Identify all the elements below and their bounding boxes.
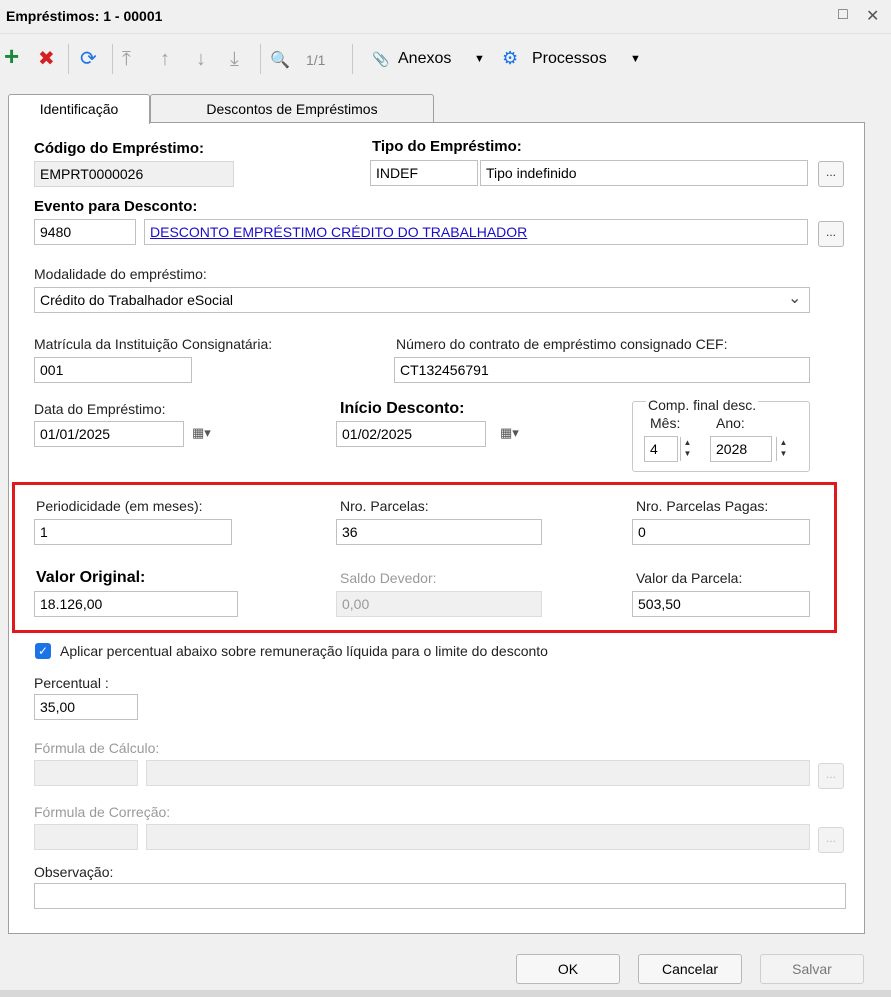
contract-number-field[interactable]: CT132456791 — [394, 357, 810, 383]
correction-formula-code-field — [34, 824, 138, 850]
final-competence-label: Comp. final desc. — [646, 397, 759, 413]
paperclip-icon[interactable]: 📎 — [372, 51, 389, 68]
installments-label: Nro. Parcelas: — [340, 498, 429, 514]
modality-select[interactable]: Crédito do Trabalhador eSocial — [34, 287, 810, 313]
year-field[interactable]: 2028 — [710, 436, 772, 462]
original-value-field[interactable]: 18.126,00 — [34, 591, 238, 617]
month-field[interactable]: 4 — [644, 436, 678, 462]
contract-number-label: Número do contrato de empréstimo consign… — [396, 336, 728, 352]
loan-code-label: Código do Empréstimo: — [34, 140, 204, 157]
loan-type-lookup-button[interactable]: ... — [818, 161, 844, 187]
toolbar-separator — [352, 44, 353, 74]
loan-code-field[interactable]: EMPRT0000026 — [34, 161, 234, 187]
window-title: Empréstimos: 1 - 00001 — [6, 8, 163, 24]
correction-formula-lookup-button: ... — [818, 827, 844, 853]
loan-type-description-field[interactable]: Tipo indefinido — [480, 160, 808, 186]
next-record-icon[interactable]: ↓ — [196, 48, 206, 70]
delete-icon[interactable]: ✖ — [38, 48, 55, 70]
title-bar: Empréstimos: 1 - 00001 □ ✕ — [0, 0, 891, 34]
installment-value-label: Valor da Parcela: — [636, 570, 743, 586]
calc-formula-label: Fórmula de Cálculo: — [34, 740, 160, 756]
refresh-icon[interactable]: ⟳ — [80, 48, 97, 70]
processes-menu[interactable]: Processos — [532, 50, 607, 68]
year-label: Ano: — [716, 415, 745, 431]
installments-paid-field[interactable]: 0 — [632, 519, 810, 545]
observation-field[interactable] — [34, 883, 846, 909]
loan-type-label: Tipo do Empréstimo: — [372, 138, 522, 155]
calc-formula-code-field — [34, 760, 138, 786]
observation-label: Observação: — [34, 864, 114, 880]
ok-button[interactable]: OK — [516, 954, 620, 984]
last-record-icon[interactable]: ⤓ — [230, 48, 239, 70]
spin-down-icon[interactable]: ▼ — [681, 448, 694, 459]
balance-label: Saldo Devedor: — [340, 570, 437, 586]
correction-formula-description-field — [146, 824, 810, 850]
status-strip — [0, 990, 891, 997]
apply-percentage-checkbox[interactable]: ✓ — [35, 643, 51, 659]
chevron-down-icon[interactable]: ⌄ — [788, 288, 801, 308]
spin-down-icon[interactable]: ▼ — [777, 448, 790, 459]
toolbar-separator — [68, 44, 69, 74]
tab-descontos[interactable]: Descontos de Empréstimos — [150, 94, 434, 122]
installment-value-field[interactable]: 503,50 — [632, 591, 810, 617]
tab-identificacao[interactable]: Identificação — [8, 94, 150, 124]
discount-start-field[interactable]: 01/02/2025 — [336, 421, 486, 447]
gear-icon[interactable]: ⚙ — [502, 48, 518, 69]
cancel-button[interactable]: Cancelar — [638, 954, 742, 984]
processes-caret-icon[interactable]: ▼ — [630, 53, 641, 65]
maximize-icon[interactable]: □ — [838, 6, 848, 24]
periodicity-field[interactable]: 1 — [34, 519, 232, 545]
discount-event-label: Evento para Desconto: — [34, 198, 198, 215]
calendar-icon[interactable]: ▦▾ — [192, 425, 211, 441]
toolbar-separator — [260, 44, 261, 74]
attachments-caret-icon[interactable]: ▼ — [474, 53, 485, 65]
add-icon[interactable]: + — [4, 43, 19, 69]
original-value-label: Valor Original: — [36, 569, 146, 586]
discount-event-description-field[interactable]: DESCONTO EMPRÉSTIMO CRÉDITO DO TRABALHAD… — [144, 219, 808, 245]
correction-formula-label: Fórmula de Correção: — [34, 804, 171, 820]
periodicity-label: Periodicidade (em meses): — [36, 498, 203, 514]
discount-event-lookup-button[interactable]: ... — [818, 221, 844, 247]
month-label: Mês: — [650, 415, 681, 431]
year-spinner[interactable]: ▲ ▼ — [776, 437, 790, 461]
toolbar-separator — [112, 44, 113, 74]
apply-percentage-label: Aplicar percentual abaixo sobre remunera… — [60, 643, 548, 659]
institution-registration-label: Matrícula da Instituição Consignatária: — [34, 336, 273, 352]
loan-type-code-field[interactable]: INDEF — [370, 160, 478, 186]
first-record-icon[interactable]: ⤒ — [122, 48, 131, 70]
page-indicator: 1/1 — [306, 52, 326, 68]
percentage-label: Percentual : — [34, 675, 109, 691]
loan-date-field[interactable]: 01/01/2025 — [34, 421, 184, 447]
balance-field: 0,00 — [336, 591, 542, 617]
calc-formula-description-field — [146, 760, 810, 786]
institution-registration-field[interactable]: 001 — [34, 357, 192, 383]
save-button[interactable]: Salvar — [760, 954, 864, 984]
close-icon[interactable]: ✕ — [866, 6, 879, 26]
calendar-icon[interactable]: ▦▾ — [500, 425, 519, 441]
discount-event-code-field[interactable]: 9480 — [34, 219, 136, 245]
loan-date-label: Data do Empréstimo: — [34, 401, 166, 417]
search-icon[interactable]: 🔍 — [270, 50, 290, 72]
month-spinner[interactable]: ▲ ▼ — [680, 437, 694, 461]
percentage-field[interactable]: 35,00 — [34, 694, 138, 720]
spin-up-icon[interactable]: ▲ — [777, 437, 790, 448]
previous-record-icon[interactable]: ↑ — [160, 48, 170, 70]
modality-label: Modalidade do empréstimo: — [34, 266, 207, 282]
spin-up-icon[interactable]: ▲ — [681, 437, 694, 448]
installments-field[interactable]: 36 — [336, 519, 542, 545]
discount-start-label: Início Desconto: — [340, 400, 465, 417]
attachments-menu[interactable]: Anexos — [398, 50, 451, 68]
installments-paid-label: Nro. Parcelas Pagas: — [636, 498, 769, 514]
calc-formula-lookup-button: ... — [818, 763, 844, 789]
